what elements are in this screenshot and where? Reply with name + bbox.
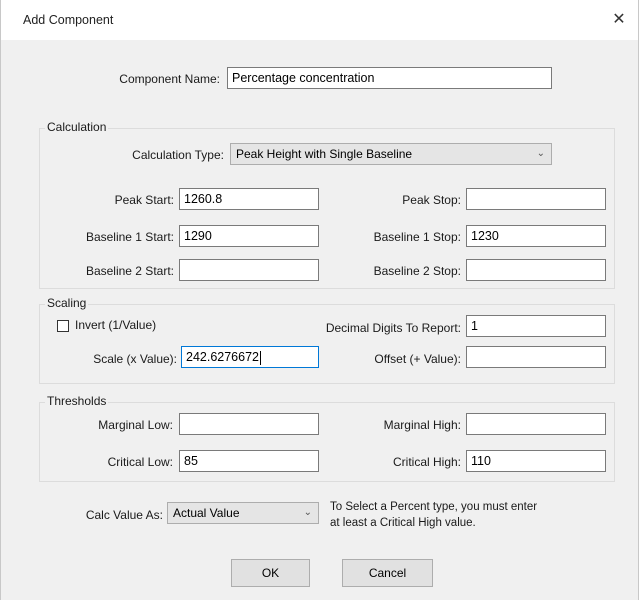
baseline2-stop-input[interactable]	[466, 259, 606, 281]
baseline2-start-input[interactable]	[179, 259, 319, 281]
text-caret	[260, 350, 261, 365]
marginal-high-label: Marginal High:	[383, 418, 461, 432]
critical-high-label: Critical High:	[392, 455, 461, 469]
peak-stop-input[interactable]	[466, 188, 606, 210]
critical-low-label: Critical Low:	[107, 455, 173, 469]
baseline1-start-input[interactable]: 1290	[179, 225, 319, 247]
percent-type-note-line1: To Select a Percent type, you must enter	[330, 501, 538, 513]
marginal-low-label: Marginal Low:	[98, 418, 173, 432]
calc-value-label: Calc Value As:	[85, 508, 163, 522]
peak-stop-label: Peak Stop:	[402, 193, 461, 207]
calculation-group-title: Calculation	[45, 120, 109, 134]
baseline1-start-label: Baseline 1 Start:	[85, 230, 174, 244]
percent-type-note: To Select a Percent type, you must enter…	[330, 499, 620, 531]
scale-input[interactable]: 242.6276672	[181, 346, 319, 368]
component-name-label: Component Name:	[119, 72, 220, 86]
marginal-high-input[interactable]	[466, 413, 606, 435]
percent-type-note-line2: at least a Critical High value.	[330, 517, 476, 529]
chevron-down-icon: ⌄	[536, 148, 545, 159]
calculation-type-value: Peak Height with Single Baseline	[236, 147, 413, 161]
scale-label: Scale (x Value):	[93, 352, 177, 366]
decimal-digits-label: Decimal Digits To Report:	[325, 321, 461, 335]
title-bar: Add Component ✕	[1, 0, 638, 40]
chevron-down-icon: ⌄	[303, 507, 312, 518]
baseline1-stop-input[interactable]: 1230	[466, 225, 606, 247]
calc-value-dropdown[interactable]: Actual Value ⌄	[167, 502, 319, 524]
invert-checkbox[interactable]	[57, 320, 69, 332]
thresholds-group-title: Thresholds	[45, 394, 109, 408]
peak-start-label: Peak Start:	[114, 193, 174, 207]
dialog-title: Add Component	[23, 13, 114, 27]
peak-start-input[interactable]: 1260.8	[179, 188, 319, 210]
offset-label: Offset (+ Value):	[374, 352, 461, 366]
decimal-digits-input[interactable]: 1	[466, 315, 606, 337]
add-component-dialog: Add Component ✕ Component Name: Percenta…	[0, 0, 639, 600]
offset-input[interactable]	[466, 346, 606, 368]
marginal-low-input[interactable]	[179, 413, 319, 435]
critical-low-input[interactable]: 85	[179, 450, 319, 472]
baseline2-stop-label: Baseline 2 Stop:	[373, 264, 461, 278]
component-name-input[interactable]: Percentage concentration	[227, 67, 552, 89]
calc-value-selected: Actual Value	[173, 506, 240, 520]
ok-button[interactable]: OK	[231, 559, 310, 587]
critical-high-input[interactable]: 110	[466, 450, 606, 472]
baseline1-stop-label: Baseline 1 Stop:	[373, 230, 461, 244]
calculation-type-dropdown[interactable]: Peak Height with Single Baseline ⌄	[230, 143, 552, 165]
close-icon[interactable]: ✕	[608, 9, 630, 31]
scaling-group-title: Scaling	[45, 296, 89, 310]
invert-label: Invert (1/Value)	[75, 318, 157, 332]
calculation-type-label: Calculation Type:	[132, 148, 224, 162]
cancel-button[interactable]: Cancel	[342, 559, 433, 587]
scale-input-value: 242.6276672	[186, 350, 259, 364]
baseline2-start-label: Baseline 2 Start:	[85, 264, 174, 278]
